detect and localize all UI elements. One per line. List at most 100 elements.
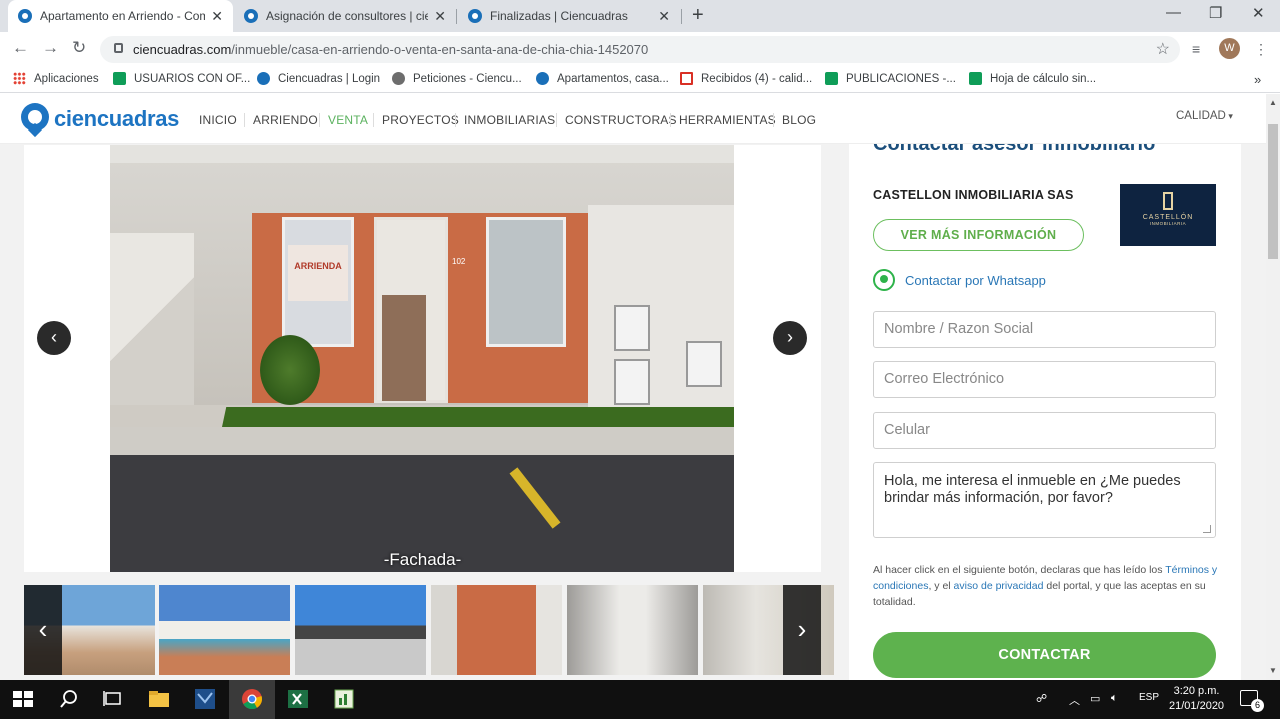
close-tab-icon[interactable]: ✕ [434, 8, 446, 25]
window-close-icon[interactable]: ✕ [1252, 4, 1265, 22]
ciencuadras-favicon-icon [18, 9, 32, 23]
tab-divider [681, 9, 682, 24]
main-photo-viewer: ARRIENDA 102 -Fachada- ‹ › [24, 145, 821, 572]
sheets-icon [969, 72, 982, 85]
thumbnail[interactable] [159, 585, 290, 675]
photo-meter [614, 359, 650, 405]
clock-time: 3:20 p.m. [1173, 685, 1220, 697]
windows-start-icon[interactable] [11, 688, 35, 710]
nav-herramientas[interactable]: HERRAMIENTAS [670, 113, 776, 127]
ciencuadras-icon [257, 72, 270, 85]
nav-arriendo[interactable]: ARRIENDO [244, 113, 318, 127]
menu-dots-icon[interactable]: ⋮ [1254, 41, 1268, 58]
reading-list-icon[interactable]: ≡ [1192, 41, 1200, 57]
thumbnail[interactable] [431, 585, 562, 675]
bookmark-apps[interactable]: Aplicaciones [13, 72, 99, 85]
email-field[interactable]: Correo Electrónico [873, 361, 1216, 398]
contact-submit-button[interactable]: CONTACTAR [873, 632, 1216, 678]
tab-title: Asignación de consultores | cienc [266, 9, 429, 23]
new-tab-icon[interactable]: + [692, 4, 704, 27]
ciencuadras-favicon-icon [468, 9, 482, 23]
bookmark-label: Ciencuadras | Login [278, 72, 381, 85]
thumbs-next-button[interactable]: › [783, 585, 821, 675]
page-content: ARRIENDA 102 -Fachada- ‹ › ‹ › Contactar… [0, 94, 1266, 680]
chrome-icon[interactable] [240, 688, 264, 710]
system-clock[interactable]: 3:20 p.m. 21/01/2020 [1169, 684, 1224, 714]
volume-icon[interactable]: 🔈︎ [1111, 692, 1118, 705]
file-explorer-icon[interactable] [147, 688, 171, 710]
phone-field[interactable]: Celular [873, 412, 1216, 449]
search-icon[interactable] [57, 688, 81, 710]
excel-icon[interactable] [286, 688, 310, 710]
close-tab-icon[interactable]: ✕ [211, 8, 223, 25]
url-text[interactable]: ciencuadras.com/inmueble/casa-en-arriend… [133, 42, 648, 57]
contact-panel: Contactar asesor inmobiliario CASTELLON … [849, 104, 1241, 680]
scroll-thumb[interactable] [1268, 124, 1278, 259]
windows-taskbar: ☍ ︿ ▭ 🔈︎ ESP 3:20 p.m. 21/01/2020 6 [0, 680, 1280, 719]
agency-logo-text: CASTELLÓN [1142, 214, 1194, 221]
photo-door-inside [382, 295, 426, 401]
minimize-icon[interactable]: — [1166, 4, 1181, 21]
tab-apartamento[interactable]: Apartamento en Arriendo - Com ✕ [8, 0, 233, 32]
bookmark-publicaciones[interactable]: PUBLICACIONES -... [825, 72, 956, 85]
more-bookmarks-icon[interactable]: » [1254, 72, 1261, 87]
back-icon[interactable]: ← [12, 38, 29, 58]
nav-blog[interactable]: BLOG [773, 113, 816, 127]
address-bar[interactable]: ciencuadras.com/inmueble/casa-en-arriend… [100, 36, 1180, 63]
nav-inmobiliarias[interactable]: INMOBILIARIAS [455, 113, 555, 127]
spreadsheet-app-icon[interactable] [332, 688, 356, 710]
bookmark-usuarios[interactable]: USUARIOS CON OF... [113, 72, 250, 85]
nav-inicio[interactable]: INICIO [191, 113, 237, 127]
nav-constructoras[interactable]: CONSTRUCTORAS [556, 113, 677, 127]
network-icon[interactable]: ▭ [1090, 692, 1100, 705]
resize-handle-icon[interactable] [1203, 525, 1211, 533]
bookmark-label: Peticiones - Ciencu... [413, 72, 522, 85]
reload-icon[interactable]: ↻ [72, 38, 86, 58]
tab-asignacion[interactable]: Asignación de consultores | cienc ✕ [234, 0, 456, 32]
photo-meter [686, 341, 722, 387]
gear-icon [392, 72, 405, 85]
nav-proyectos[interactable]: PROYECTOS [373, 113, 459, 127]
bookmark-star-icon[interactable]: ☆ [1156, 39, 1170, 59]
scroll-up-icon[interactable]: ▲ [1269, 98, 1277, 107]
bookmark-login[interactable]: Ciencuadras | Login [257, 72, 380, 85]
avatar[interactable]: W [1219, 38, 1240, 59]
thumbnail[interactable] [295, 585, 426, 675]
name-field[interactable]: Nombre / Razon Social [873, 311, 1216, 348]
more-info-button[interactable]: VER MÁS INFORMACIÓN [873, 219, 1084, 251]
property-photo: ARRIENDA 102 [110, 145, 734, 572]
next-photo-button[interactable]: › [773, 321, 807, 355]
agency-logo[interactable]: CASTELLÓN INMOBILIARIA [1120, 184, 1216, 246]
tray-expand-icon[interactable]: ︿ [1069, 692, 1080, 708]
bookmark-apartamentos[interactable]: Apartamentos, casa... [536, 72, 669, 85]
thumbnail[interactable] [567, 585, 698, 675]
page-scrollbar[interactable]: ▲ ▼ [1266, 94, 1280, 680]
nav-venta[interactable]: VENTA [319, 113, 368, 127]
notification-center-icon[interactable]: 6 [1240, 690, 1264, 712]
people-icon[interactable]: ☍ [1036, 692, 1047, 705]
prev-photo-button[interactable]: ‹ [37, 321, 71, 355]
forward-icon[interactable]: → [42, 38, 59, 58]
close-tab-icon[interactable]: ✕ [658, 8, 670, 25]
user-menu-dropdown[interactable]: CALIDAD [1176, 110, 1233, 122]
tab-finalizadas[interactable]: Finalizadas | Ciencuadras ✕ [458, 0, 680, 32]
whatsapp-link[interactable]: Contactar por Whatsapp [873, 269, 1046, 291]
thumbs-prev-button[interactable]: ‹ [24, 585, 62, 675]
agency-name: CASTELLON INMOBILIARIA SAS [873, 188, 1074, 202]
scroll-down-icon[interactable]: ▼ [1269, 666, 1277, 675]
privacy-link[interactable]: aviso de privacidad [954, 580, 1044, 592]
maximize-icon[interactable]: ❐ [1209, 4, 1222, 22]
message-textarea[interactable]: Hola, me interesa el inmueble en ¿Me pue… [873, 462, 1216, 538]
site-logo[interactable]: ciencuadras [21, 103, 179, 138]
lock-icon [114, 43, 123, 53]
bookmark-label: USUARIOS CON OF... [134, 72, 251, 85]
bookmark-hoja[interactable]: Hoja de cálculo sin... [969, 72, 1096, 85]
bookmark-label: Hoja de cálculo sin... [990, 72, 1097, 85]
language-indicator[interactable]: ESP [1139, 692, 1159, 703]
gmail-icon [680, 72, 693, 85]
task-view-icon[interactable] [101, 688, 125, 710]
whatsapp-icon [873, 269, 895, 291]
bookmark-gmail[interactable]: Recibidos (4) - calid... [680, 72, 812, 85]
bookmark-peticiones[interactable]: Peticiones - Ciencu... [392, 72, 522, 85]
app-icon[interactable] [193, 688, 217, 710]
